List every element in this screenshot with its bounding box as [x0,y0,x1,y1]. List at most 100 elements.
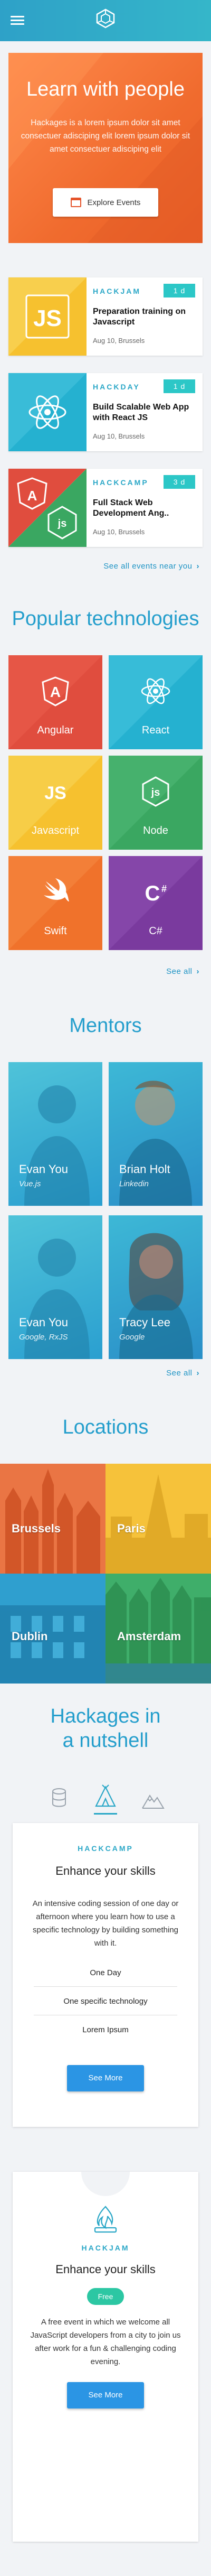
hero-banner: Learn with people Hackages is a lorem ip… [8,53,203,243]
mentor-company: Linkedin [119,1179,149,1188]
tech-tile-javascript[interactable]: JS Javascript [8,756,102,850]
svg-text:C: C [145,882,160,905]
tech-label: React [141,724,170,736]
duration-badge: 1 d [164,284,195,297]
tech-label: Swift [44,925,67,937]
card-description: An intensive coding session of one day o… [32,1899,179,1948]
hero-description: Hackages is a lorem ipsum dolor sit amet… [21,118,190,154]
tech-tile-react[interactable]: React [109,655,203,749]
see-more-button[interactable]: See More [67,2382,144,2408]
see-more-button[interactable]: See More [67,2065,144,2091]
csharp-icon: C # [145,882,167,905]
node-icon: js [142,776,169,807]
mentor-card[interactable]: Tracy Lee Google [109,1215,203,1359]
event-title[interactable]: Build Scalable Web App with React JS [93,402,198,423]
event-image [8,373,87,451]
svg-text:A: A [27,488,37,504]
svg-text:A: A [50,684,61,700]
event-type: HACKJAM [81,2244,130,2252]
see-all-events-label: See all events near you [103,562,193,571]
event-type: HACKCAMP [93,478,149,487]
location-name: Paris [117,1522,146,1535]
event-date-location: Aug 10, Brussels [93,337,145,345]
chevron-right-icon: › [196,1369,199,1378]
duration-badge: 3 d [164,475,195,489]
hackjam-card: HACKJAM Enhance your skills Free A free … [13,2172,198,2542]
tech-tile-node[interactable]: js Node [109,756,203,850]
event-card[interactable]: JS HACKJAM 1 d Preparation training on J… [8,277,203,356]
hackages-logo[interactable] [95,8,116,29]
see-all-label: See all [166,967,193,976]
nutshell-title-line-1: Hackages in [50,1705,161,1727]
mentor-name: Evan You [19,1316,68,1329]
see-all-label: See all [166,1369,193,1378]
angular-icon: A [42,676,69,706]
hackcamp-card: HACKCAMP Enhance your skills An intensiv… [13,1823,198,2127]
mentor-card[interactable]: Evan You Google, RxJS [8,1215,102,1359]
mentor-card[interactable]: Brian Holt Linkedin [109,1062,203,1206]
tech-label: Angular [37,724,74,736]
explore-events-button[interactable]: Explore Events [53,188,158,217]
see-all-events-link[interactable]: See all events near you › [103,562,199,571]
see-all-mentors-link[interactable]: See all › [166,1369,199,1378]
nutshell-title-line-2: a nutshell [62,1729,149,1752]
react-icon [141,678,170,704]
tab-hackday[interactable] [141,1785,165,1815]
feature-item: One specific technology [34,1988,177,2015]
event-date-location: Aug 10, Brussels [93,432,145,440]
free-badge: Free [87,2288,124,2305]
city-photo [106,1574,211,1684]
event-card[interactable]: HACKDAY 1 d Build Scalable Web App with … [8,373,203,451]
location-tile-dublin[interactable]: Dublin [0,1574,106,1684]
chevron-right-icon: › [196,967,199,976]
city-photo [106,1464,211,1574]
tab-hackjam[interactable] [49,1785,70,1815]
mentor-company: Google [119,1333,145,1342]
tech-label: Node [143,825,168,836]
tech-label: Javascript [31,825,80,836]
event-image: A js [8,469,87,547]
svg-text:JS: JS [44,783,66,803]
mountain-icon [142,1794,165,1809]
hero-title: Learn with people [26,78,185,100]
location-name: Brussels [12,1522,61,1535]
tech-tile-angular[interactable]: A Angular [8,655,102,749]
mentor-card[interactable]: Evan You Vue.js [8,1062,102,1206]
event-image: JS [8,277,87,356]
chevron-right-icon: › [196,562,199,571]
svg-text:js: js [151,787,160,798]
location-tile-amsterdam[interactable]: Amsterdam [106,1574,211,1684]
feature-item: One Day [34,1959,177,1987]
location-tile-paris[interactable]: Paris [106,1464,211,1574]
section-title-technologies: Popular technologies [12,608,199,630]
feature-item: Lorem Ipsum [82,2025,129,2034]
mentor-company: Google, RxJS [19,1333,68,1342]
location-name: Dublin [12,1630,48,1643]
svg-text:js: js [57,518,67,529]
tech-label: C# [149,925,162,937]
svg-text:JS: JS [33,305,62,331]
event-title[interactable]: Preparation training on Javascript [93,306,198,328]
location-name: Amsterdam [117,1630,181,1643]
card-description: A free event in which we welcome all Jav… [30,2318,181,2366]
event-date-location: Aug 10, Brussels [93,528,145,536]
event-title[interactable]: Full Stack Web Development Ang.. [93,498,198,519]
event-card[interactable]: A js HACKCAMP 3 d Full Stack Web Develop… [8,469,203,547]
event-type: HACKJAM [93,287,141,295]
duration-badge: 1 d [164,379,195,393]
mentor-name: Tracy Lee [119,1316,171,1329]
event-type: HACKCAMP [78,1844,133,1853]
js-icon: JS [44,783,66,803]
location-tile-brussels[interactable]: Brussels [0,1464,106,1574]
menu-icon[interactable] [11,16,24,25]
tab-hackcamp[interactable] [94,1783,117,1815]
event-type: HACKDAY [93,383,140,391]
see-all-technologies-link[interactable]: See all › [166,967,199,976]
mentor-name: Evan You [19,1163,68,1176]
tech-tile-swift[interactable]: Swift [8,856,102,950]
section-title-mentors: Mentors [69,1015,142,1037]
top-app-bar [0,0,211,41]
section-title-locations: Locations [62,1416,149,1438]
tech-tile-csharp[interactable]: C # C# [109,856,203,950]
tent-icon [95,1784,116,1807]
